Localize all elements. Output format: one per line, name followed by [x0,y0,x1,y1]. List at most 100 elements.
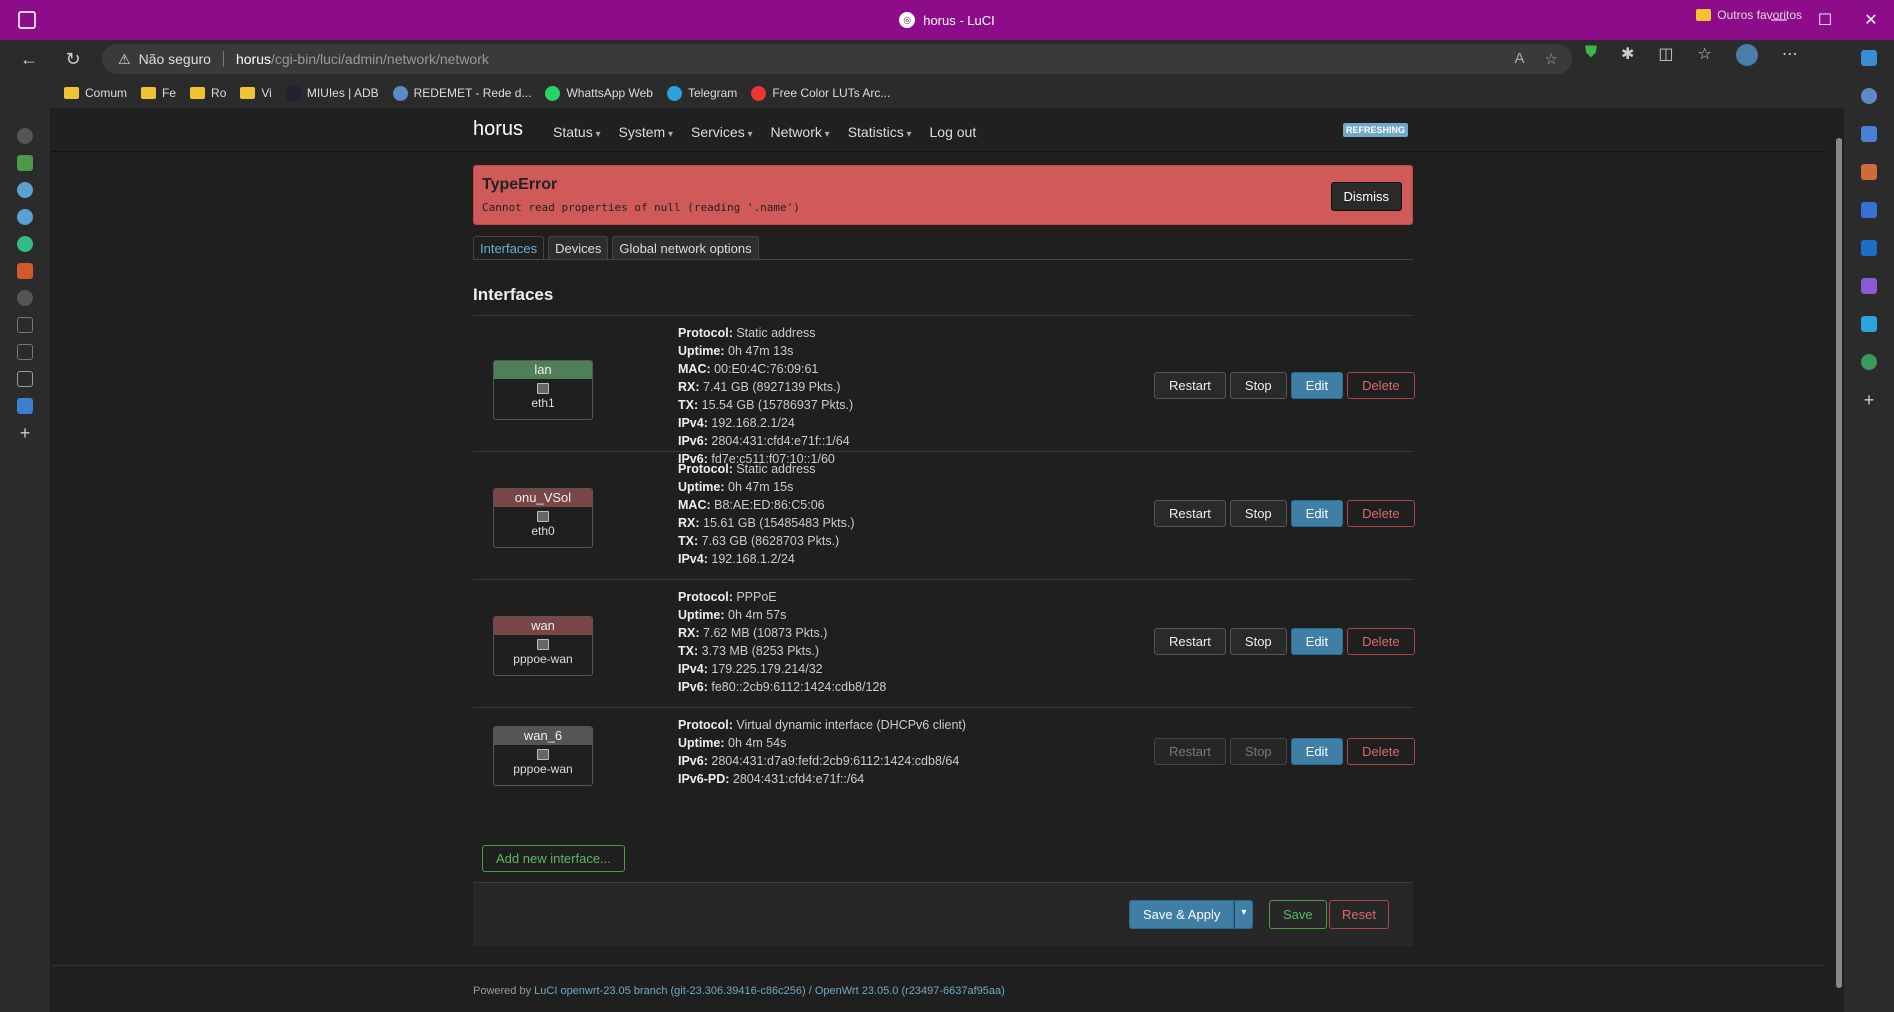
translate-tab-icon[interactable] [17,398,33,414]
info-key: RX: [678,380,700,394]
scrollbar-thumb[interactable] [1836,138,1842,988]
new-tab-icon[interactable]: + [17,424,33,442]
menu-network[interactable]: Network [771,124,830,140]
menu-statistics[interactable]: Statistics [848,124,912,140]
document-tab-icon[interactable] [17,371,33,387]
info-key: Uptime: [678,736,725,750]
google-tab-icon[interactable] [17,236,33,252]
info-line: TX: 3.73 MB (8253 Pkts.) [678,642,886,660]
bookmark-fe[interactable]: Fe [141,86,176,100]
menu-status[interactable]: Status [553,124,601,140]
router-tab-icon[interactable] [17,182,33,198]
restart-button[interactable]: Restart [1154,500,1226,527]
favorites-icon[interactable]: ☆ [1698,44,1712,66]
restart-button[interactable]: Restart [1154,738,1226,765]
tree-icon[interactable] [1861,354,1877,370]
chevron-down-icon[interactable]: ▾ [1234,900,1254,929]
favorite-star-icon[interactable]: ☆ [1545,50,1558,68]
page-actions: Save & Apply ▾ Save Reset [473,882,1413,946]
shield-extension-icon[interactable]: ⛊ [1585,44,1597,66]
tab-actions-icon[interactable] [18,11,36,29]
delete-button[interactable]: Delete [1347,628,1415,655]
profile-avatar[interactable] [1735,44,1758,66]
other-favorites[interactable]: Outros favoritos [1696,8,1802,22]
save-apply-button[interactable]: Save & Apply [1129,900,1235,929]
tab-global-network-options[interactable]: Global network options [612,236,759,259]
save-button[interactable]: Save [1269,900,1327,929]
edit-button[interactable]: Edit [1290,372,1344,399]
stop-button[interactable]: Stop [1229,628,1287,655]
notifications-icon[interactable] [1861,88,1877,104]
bookmark-free-color-luts[interactable]: Free Color LUTs Arc... [751,85,890,101]
outlook-icon[interactable] [1861,240,1877,256]
info-key: IPv4: [678,662,708,676]
info-key: RX: [678,516,700,530]
delete-button[interactable]: Delete [1347,372,1415,399]
brand[interactable]: horus [473,118,523,141]
bookmark-label: WhattsApp Web [566,86,653,100]
app-tab-icon[interactable] [17,290,33,306]
bookmark-comum[interactable]: Comum [64,86,127,100]
dismiss-button[interactable]: Dismiss [1330,182,1402,211]
blogger-tab-icon[interactable] [17,263,33,279]
info-value: Static address [736,326,816,340]
add-new-interface-button[interactable]: Add new interface... [482,845,625,872]
address-icons: A ☆ [1515,50,1558,68]
copilot-icon[interactable] [1861,50,1877,66]
bookmark-redemet[interactable]: REDEMET - Rede d... [392,85,531,101]
stop-button[interactable]: Stop [1229,500,1287,527]
send-icon[interactable] [1861,316,1877,332]
edit-button[interactable]: Edit [1290,500,1344,527]
add-sidebar-icon[interactable]: + [1861,391,1877,409]
tag-icon[interactable] [1861,126,1877,142]
info-value: 7.63 GB (8628703 Pkts.) [701,534,840,548]
tab-interfaces[interactable]: Interfaces [473,236,545,259]
section-title: Interfaces [473,285,554,304]
info-key: MAC: [678,498,711,512]
info-key: Protocol: [678,718,733,732]
menu-system[interactable]: System [619,124,674,140]
delete-button[interactable]: Delete [1347,500,1415,527]
luci-version-link[interactable]: LuCI openwrt-23.05 branch (git-23.306.39… [534,985,806,997]
close-icon[interactable]: ✕ [1848,0,1894,40]
menu-logout[interactable]: Log out [930,124,977,140]
page-tab-icon[interactable] [17,317,33,333]
bookmark-vi[interactable]: Vi [240,86,272,100]
address-bar[interactable]: ⚠ Não seguro horus/cgi-bin/luci/admin/ne… [102,44,1572,74]
bookmark-ro[interactable]: Ro [190,86,226,100]
task-tab-icon[interactable] [17,155,33,171]
refresh-icon[interactable]: ↻ [58,44,88,74]
bookmark-whatsapp[interactable]: WhattsApp Web [545,85,653,101]
stop-button[interactable]: Stop [1229,738,1287,765]
edit-button[interactable]: Edit [1290,738,1344,765]
more-menu-icon[interactable]: ⋯ [1782,44,1798,66]
reset-button[interactable]: Reset [1329,900,1389,929]
refreshing-badge[interactable]: REFRESHING [1343,123,1409,137]
bookmark-miui[interactable]: MIUIes | ADB [285,85,379,101]
maximize-icon[interactable]: ☐ [1802,0,1848,40]
save-apply-group: Save & Apply ▾ [1129,900,1254,929]
router-tab-icon[interactable] [17,209,33,225]
bookmark-telegram[interactable]: Telegram [666,85,737,101]
split-screen-icon[interactable]: ◫ [1658,44,1673,66]
designer-icon[interactable] [1861,278,1877,294]
extensions-icon[interactable]: ✱ [1621,44,1634,66]
discover-icon[interactable] [1861,202,1877,218]
openwrt-version-link[interactable]: OpenWrt 23.05.0 (r23497-6637af95aa) [815,985,1005,997]
delete-button[interactable]: Delete [1347,738,1415,765]
restart-button[interactable]: Restart [1154,628,1226,655]
menu-services[interactable]: Services [691,124,753,140]
edit-button[interactable]: Edit [1290,628,1344,655]
back-icon[interactable]: ← [14,44,44,74]
read-aloud-icon[interactable]: A [1515,50,1525,68]
security-label[interactable]: Não seguro [139,51,211,67]
network-tabs: Interfaces Devices Global network option… [473,236,1413,260]
stop-button[interactable]: Stop [1229,372,1287,399]
toolbox-icon[interactable] [1861,164,1877,180]
restart-button[interactable]: Restart [1154,372,1226,399]
page-tab-icon[interactable] [17,344,33,360]
luci-tab-icon[interactable] [17,128,33,144]
tab-devices[interactable]: Devices [548,236,609,259]
page-scrollbar[interactable] [1834,118,1844,1004]
miui-icon [285,85,301,101]
